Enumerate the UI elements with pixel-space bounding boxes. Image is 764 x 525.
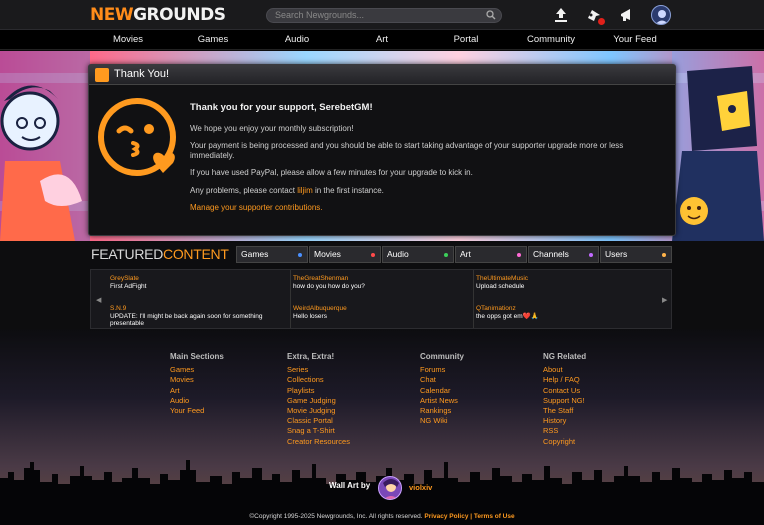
top-header: NEWGROUNDS Search Newgrounds...	[0, 0, 764, 30]
footer-link[interactable]: Calendar	[420, 386, 464, 396]
prev-arrow-icon[interactable]: ◀	[96, 296, 101, 304]
featured-item[interactable]: GreySlate First AdFight	[110, 275, 290, 290]
tab-dot-icon	[517, 253, 521, 257]
footer-link[interactable]: Audio	[170, 396, 224, 406]
separator: |	[470, 513, 473, 520]
dialog-paragraph: Any problems, please contact liljim in t…	[190, 185, 384, 195]
divider	[290, 270, 291, 328]
featured-tab-games[interactable]: Games	[236, 246, 308, 263]
footer-link[interactable]: About	[543, 365, 586, 375]
dialog-paragraph: If you have used PayPal, please allow a …	[190, 168, 473, 177]
notifications-button[interactable]	[585, 6, 605, 25]
footer-column-community: Community Forums Chat Calendar Artist Ne…	[420, 352, 464, 426]
featured-tab-art[interactable]: Art	[455, 246, 527, 263]
footer-link[interactable]: Support NG!	[543, 396, 586, 406]
dialog-paragraph: Your payment is being processed and you …	[190, 141, 624, 160]
next-arrow-icon[interactable]: ▶	[662, 296, 667, 304]
newgrounds-tank-icon	[95, 68, 109, 82]
upload-icon[interactable]	[552, 6, 570, 24]
footer-link[interactable]: Art	[170, 386, 224, 396]
newgrounds-logo[interactable]: NEWGROUNDS	[90, 5, 226, 25]
nav-audio[interactable]: Audio	[257, 30, 337, 50]
featured-item[interactable]: TheGreatShenman how do you how do you?	[293, 275, 473, 290]
featured-item[interactable]: S.N.9 UPDATE: I'll might be back again s…	[110, 305, 290, 328]
footer-link[interactable]: Contact Us	[543, 386, 586, 396]
footer-column-ng-related: NG Related About Help / FAQ Contact Us S…	[543, 352, 587, 447]
tab-dot-icon	[298, 253, 302, 257]
featured-tab-users[interactable]: Users	[600, 246, 672, 263]
footer-link[interactable]: Creator Resources	[287, 437, 350, 447]
footer-link[interactable]: NG Wiki	[420, 416, 464, 426]
main-nav: Movies Games Audio Art Portal Community …	[0, 30, 764, 50]
user-avatar[interactable]	[651, 5, 671, 25]
footer-link[interactable]: Movies	[170, 375, 224, 385]
nav-art[interactable]: Art	[342, 30, 422, 50]
manage-contributions-link[interactable]: Manage your supporter contributions.	[190, 203, 660, 213]
footer-link[interactable]: Collections	[287, 375, 350, 385]
wall-artist-avatar[interactable]	[378, 476, 402, 500]
featured-content-bar: FEATUREDCONTENT Games Movies Audio Art C…	[90, 244, 672, 264]
featured-tab-movies[interactable]: Movies	[309, 246, 381, 263]
footer-link[interactable]: Forums	[420, 365, 464, 375]
nav-community[interactable]: Community	[511, 30, 591, 50]
footer-link[interactable]: Artist News	[420, 396, 464, 406]
thank-you-dialog: Thank You! Thank you for your support, S…	[88, 64, 676, 236]
banner-character-left	[0, 51, 90, 241]
featured-item[interactable]: QTanimationz the opps got em❤️🙏	[476, 305, 656, 320]
wall-art-label: Wall Art by	[329, 481, 371, 490]
wall-artist-link[interactable]: violxiv	[409, 483, 432, 492]
footer-link[interactable]: The Staff	[543, 406, 586, 416]
search-placeholder: Search Newgrounds...	[275, 10, 365, 20]
footer-link[interactable]: RSS	[543, 426, 586, 436]
footer-link[interactable]: Classic Portal	[287, 416, 350, 426]
dialog-title: Thank You!	[114, 68, 170, 80]
dialog-header: Thank You!	[89, 65, 675, 85]
divider	[473, 270, 474, 328]
footer-link[interactable]: Copyright	[543, 437, 586, 447]
footer-link[interactable]: History	[543, 416, 586, 426]
featured-content-panel: ◀ ▶ GreySlate First AdFight TheGreatShen…	[90, 269, 672, 329]
featured-item[interactable]: WeirdAlbuquerque Hello losers	[293, 305, 473, 320]
tab-dot-icon	[371, 253, 375, 257]
footer-link[interactable]: Snag a T-Shirt	[287, 426, 350, 436]
tab-dot-icon	[444, 253, 448, 257]
dialog-paragraph: We hope you enjoy your monthly subscript…	[190, 123, 354, 133]
contact-liljim-link[interactable]: liljim	[297, 186, 313, 195]
footer-link[interactable]: Rankings	[420, 406, 464, 416]
featured-tab-audio[interactable]: Audio	[382, 246, 454, 263]
featured-item[interactable]: TheUltimateMusic Upload schedule	[476, 275, 656, 290]
kiss-face-icon	[98, 98, 176, 176]
featured-content-title: FEATUREDCONTENT	[91, 246, 229, 262]
dialog-body: Thank you for your support, SerebetGM! W…	[190, 103, 660, 221]
footer-column-extra: Extra, Extra! Series Collections Playlis…	[287, 352, 350, 447]
notification-badge	[598, 18, 605, 25]
megaphone-icon[interactable]	[618, 6, 636, 24]
avatar-icon	[655, 10, 669, 24]
nav-portal[interactable]: Portal	[426, 30, 506, 50]
terms-of-use-link[interactable]: Terms of Use	[474, 513, 515, 520]
footer-link[interactable]: Series	[287, 365, 350, 375]
footer-link[interactable]: Game Judging	[287, 396, 350, 406]
nav-games[interactable]: Games	[173, 30, 253, 50]
footer-link[interactable]: Movie Judging	[287, 406, 350, 416]
nav-movies[interactable]: Movies	[88, 30, 168, 50]
footer-link[interactable]: Games	[170, 365, 224, 375]
footer-column-main-sections: Main Sections Games Movies Art Audio You…	[170, 352, 224, 416]
copyright-line: ©Copyright 1995-2025 Newgrounds, Inc. Al…	[249, 513, 515, 520]
footer-link[interactable]: Your Feed	[170, 406, 224, 416]
banner-character-right	[672, 51, 764, 241]
tab-dot-icon	[662, 253, 666, 257]
footer-link[interactable]: Help / FAQ	[543, 375, 586, 385]
search-icon[interactable]	[486, 10, 496, 20]
search-input[interactable]: Search Newgrounds...	[266, 8, 502, 23]
footer-link[interactable]: Chat	[420, 375, 464, 385]
tab-dot-icon	[589, 253, 593, 257]
nav-your-feed[interactable]: Your Feed	[595, 30, 675, 50]
dialog-heading: Thank you for your support, SerebetGM!	[190, 102, 373, 113]
privacy-policy-link[interactable]: Privacy Policy	[424, 513, 468, 520]
footer-link[interactable]: Playlists	[287, 386, 350, 396]
featured-tab-channels[interactable]: Channels	[528, 246, 599, 263]
